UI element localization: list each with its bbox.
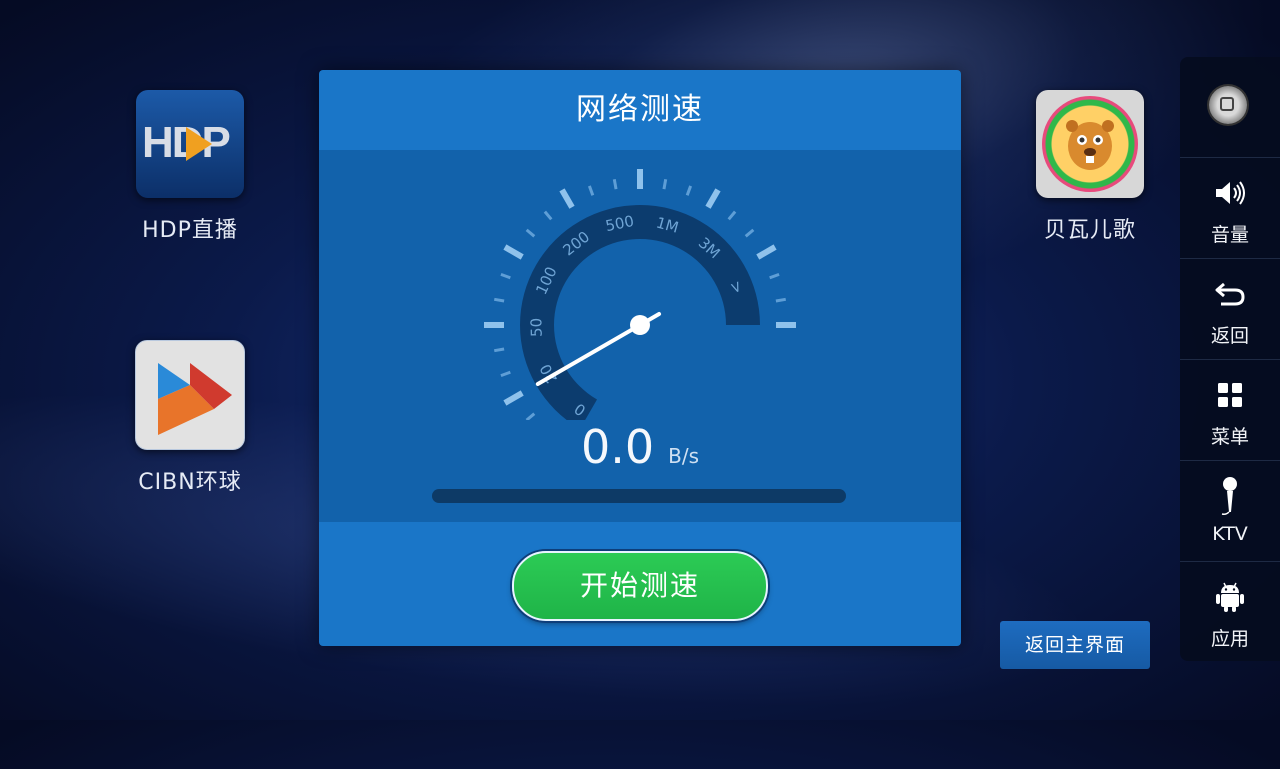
menu-icon <box>1180 378 1280 412</box>
speed-gauge: 02050100200500 1M3M> <box>484 169 796 420</box>
gauge-tick <box>612 178 618 190</box>
gauge-tick <box>500 272 511 280</box>
side-home <box>1180 57 1280 158</box>
start-test-button[interactable]: 开始测速 <box>512 551 768 621</box>
side-item-label: 应用 <box>1210 628 1249 650</box>
gauge-tick <box>500 370 511 378</box>
side-item-apps[interactable]: 应用 <box>1180 562 1280 663</box>
app-cibn-global[interactable]: CIBN环球 <box>115 340 265 496</box>
volume-icon <box>1180 176 1280 210</box>
gauge-tick <box>775 297 787 303</box>
gauge-tick <box>493 347 505 353</box>
speed-unit: B/s <box>668 444 700 468</box>
back-icon <box>1180 277 1280 311</box>
app-label: HDP直播 <box>142 218 238 243</box>
side-item-ktv[interactable]: KTV <box>1180 461 1280 562</box>
beva-songs-icon <box>1036 90 1144 198</box>
dialog-title: 网络测速 <box>576 92 704 127</box>
gauge-tick <box>685 185 693 196</box>
gauge-label: 50 <box>527 318 545 338</box>
hdp-live-icon: HDP <box>136 90 244 198</box>
android-icon <box>1180 580 1280 614</box>
microphone-icon <box>1180 477 1280 515</box>
side-item-menu[interactable]: 菜单 <box>1180 360 1280 461</box>
gauge-tick <box>727 210 737 221</box>
gauge-tick <box>543 210 553 221</box>
gauge-tick <box>744 228 755 238</box>
gauge-tick <box>503 244 524 260</box>
cibn-global-icon <box>135 340 245 450</box>
gauge-tick <box>503 390 524 406</box>
side-item-label: 菜单 <box>1210 426 1249 448</box>
gauge-hub <box>630 315 650 335</box>
side-item-label: 返回 <box>1210 325 1249 347</box>
speed-readout: 0.0 B/s <box>319 420 961 474</box>
app-label: CIBN环球 <box>138 470 242 495</box>
gauge-arc <box>520 204 760 420</box>
gauge-tick <box>493 297 505 303</box>
gauge-tick <box>662 178 668 190</box>
side-item-label: KTV <box>1212 523 1248 545</box>
speed-test-dialog: 网络测速 0 20 50 100 200 500 1M 3M > 0.0 B/s 开始测速 <box>319 70 961 646</box>
home-button-icon[interactable] <box>1209 86 1247 124</box>
gauge-tick <box>587 185 595 196</box>
gauge-tick <box>756 244 777 260</box>
app-hdp-live[interactable]: HDP HDP直播 <box>115 90 265 244</box>
gauge-tick <box>705 188 721 209</box>
progress-bar <box>432 489 846 503</box>
speed-value: 0.0 <box>580 420 655 474</box>
dialog-body: 0 20 50 100 200 500 1M 3M > 0.0 B/s <box>319 150 961 522</box>
side-item-volume[interactable]: 音量 <box>1180 158 1280 259</box>
gauge-tick <box>559 188 575 209</box>
app-label: 贝瓦儿歌 <box>1043 218 1136 243</box>
back-to-home-button[interactable]: 返回主界面 <box>1000 621 1150 669</box>
gauge-tick <box>769 272 780 280</box>
app-beva-songs[interactable]: 贝瓦儿歌 <box>1015 90 1165 244</box>
play-triangle-icon <box>186 127 212 161</box>
side-item-back[interactable]: 返回 <box>1180 259 1280 360</box>
side-item-label: 音量 <box>1210 224 1249 246</box>
gauge-tick <box>525 228 536 238</box>
side-panel: 音量 返回 菜单 KTV 应用 <box>1180 57 1280 661</box>
